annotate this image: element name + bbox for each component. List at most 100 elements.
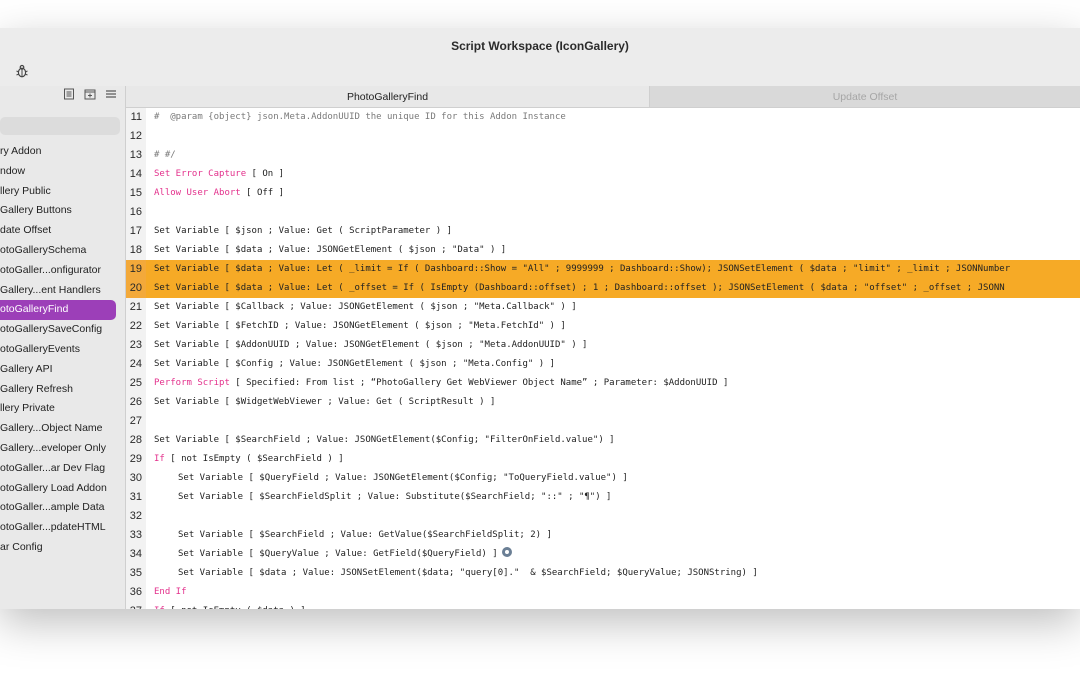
script-step-text [146, 203, 1080, 222]
script-step-text: Set Variable [ $AddonUUID ; Value: JSONG… [146, 336, 1080, 355]
script-step-line[interactable]: 23 Set Variable [ $AddonUUID ; Value: JSO… [126, 336, 1080, 355]
script-step-text [146, 412, 1080, 431]
script-step-body: Set Variable [ $data ; Value: Let ( _off… [154, 283, 1005, 293]
list-icon[interactable] [105, 88, 117, 100]
line-number: 11 [126, 108, 146, 127]
line-number: 20 [126, 279, 146, 298]
line-number: 26 [126, 393, 146, 412]
script-step-line[interactable]: 16 [126, 203, 1080, 222]
line-number: 12 [126, 127, 146, 146]
script-list-item[interactable]: otoGaller...ar Dev Flag [0, 459, 126, 479]
title-bar: Script Workspace (IconGallery) [0, 28, 1080, 86]
script-step-body: Set Variable [ $data ; Value: JSONSetEle… [178, 568, 758, 578]
script-editor: PhotoGalleryFind Update Offset 11 # @para… [126, 86, 1080, 609]
script-step-body: Set Variable [ $WidgetWebViewer ; Value:… [154, 397, 496, 407]
script-list-item-selected[interactable]: otoGalleryFind [0, 300, 116, 321]
new-folder-icon[interactable] [84, 88, 96, 100]
script-list-item[interactable]: otoGallerySchema [0, 241, 126, 261]
script-step-line[interactable]: 36 End If [126, 583, 1080, 602]
script-step-line[interactable]: 18 Set Variable [ $data ; Value: JSONGetE… [126, 241, 1080, 260]
script-step-text: If [ not IsEmpty ( $SearchField ) ] [146, 450, 1080, 469]
script-list-item[interactable]: Gallery API [0, 360, 126, 380]
script-list-item[interactable]: llery Public [0, 182, 126, 202]
script-step-keyword: If [154, 606, 165, 609]
script-search-field[interactable] [0, 117, 120, 135]
script-step-line[interactable]: 31 Set Variable [ $SearchFieldSplit ; Val… [126, 488, 1080, 507]
line-number: 30 [126, 469, 146, 488]
script-step-text: Set Error Capture [ On ] [146, 165, 1080, 184]
script-list-item[interactable]: Gallery...ent Handlers [0, 281, 126, 301]
script-step-text: Set Variable [ $Config ; Value: JSONGetE… [146, 355, 1080, 374]
line-number: 13 [126, 146, 146, 165]
script-list-item[interactable]: otoGalleryEvents [0, 340, 126, 360]
script-step-text: Allow User Abort [ Off ] [146, 184, 1080, 203]
script-step-text: Set Variable [ $SearchField ; Value: Get… [146, 526, 1080, 545]
script-step-body: Set Variable [ $QueryValue ; Value: GetF… [178, 549, 498, 559]
script-step-line[interactable]: 26 Set Variable [ $WidgetWebViewer ; Valu… [126, 393, 1080, 412]
script-step-body: [ Specified: From list ; “PhotoGallery G… [229, 378, 729, 388]
script-list-item[interactable]: ndow [0, 162, 126, 182]
script-list-item[interactable]: Gallery Buttons [0, 201, 126, 221]
script-step-body: Set Variable [ $json ; Value: Get ( Scri… [154, 226, 453, 236]
script-step-text: Set Variable [ $SearchField ; Value: JSO… [146, 431, 1080, 450]
script-step-text: End If [146, 583, 1080, 602]
script-step-line[interactable]: 13 # #/ [126, 146, 1080, 165]
script-list-item[interactable]: otoGaller...ample Data [0, 498, 126, 518]
script-list-item[interactable]: otoGallery Load Addon [0, 479, 126, 499]
script-list-item[interactable]: ry Addon [0, 142, 126, 162]
script-list-item[interactable]: otoGallerySaveConfig [0, 320, 126, 340]
script-step-line[interactable]: 33 Set Variable [ $SearchField ; Value: G… [126, 526, 1080, 545]
script-list-item[interactable]: llery Private [0, 399, 126, 419]
line-number: 21 [126, 298, 146, 317]
script-list-item[interactable]: date Offset [0, 221, 126, 241]
line-number: 15 [126, 184, 146, 203]
gear-icon[interactable] [501, 546, 513, 558]
script-list-item[interactable]: otoGaller...onfigurator [0, 261, 126, 281]
script-step-line[interactable]: 37If [ not IsEmpty ( $data ) ] [126, 602, 1080, 609]
script-step-line[interactable]: 27 [126, 412, 1080, 431]
script-step-text: If [ not IsEmpty ( $data ) ] [146, 602, 1080, 609]
script-step-keyword: Set Error Capture [154, 169, 247, 179]
script-step-text: Set Variable [ $WidgetWebViewer ; Value:… [146, 393, 1080, 412]
script-step-line[interactable]: 14 Set Error Capture [ On ] [126, 165, 1080, 184]
script-step-text [146, 507, 1080, 526]
script-step-line[interactable]: 35 Set Variable [ $data ; Value: JSONSetE… [126, 564, 1080, 583]
script-step-line[interactable]: 34 Set Variable [ $QueryValue ; Value: Ge… [126, 545, 1080, 564]
script-step-line[interactable]: 25 Perform Script [ Specified: From list … [126, 374, 1080, 393]
script-step-line[interactable]: 11 # @param {object} json.Meta.AddonUUID … [126, 108, 1080, 127]
script-step-keyword: Allow User Abort [154, 188, 241, 198]
script-step-line[interactable]: 30 Set Variable [ $QueryField ; Value: JS… [126, 469, 1080, 488]
script-step-body: Set Variable [ $SearchField ; Value: JSO… [154, 435, 615, 445]
line-number: 22 [126, 317, 146, 336]
script-step-line[interactable]: 19 Set Variable [ $data ; Value: Let ( _l… [126, 260, 1080, 279]
script-list-item[interactable]: Gallery Refresh [0, 380, 126, 400]
script-step-line[interactable]: 12 [126, 127, 1080, 146]
script-list-item[interactable]: ar Config [0, 538, 126, 558]
script-step-line[interactable]: 15 Allow User Abort [ Off ] [126, 184, 1080, 203]
script-step-body: Set Variable [ $SearchFieldSplit ; Value… [178, 492, 612, 502]
script-step-line[interactable]: 17 Set Variable [ $json ; Value: Get ( Sc… [126, 222, 1080, 241]
tab-photogalleryfind[interactable]: PhotoGalleryFind [126, 86, 650, 108]
script-step-line[interactable]: 24 Set Variable [ $Config ; Value: JSONGe… [126, 355, 1080, 374]
line-number: 23 [126, 336, 146, 355]
script-list-item[interactable]: Gallery...eveloper Only [0, 439, 126, 459]
script-step-line[interactable]: 22 Set Variable [ $FetchID ; Value: JSONG… [126, 317, 1080, 336]
script-step-line[interactable]: 28 Set Variable [ $SearchField ; Value: J… [126, 431, 1080, 450]
script-step-line[interactable]: 21 Set Variable [ $Callback ; Value: JSON… [126, 298, 1080, 317]
line-number: 16 [126, 203, 146, 222]
script-step-text: Set Variable [ $data ; Value: JSONSetEle… [146, 564, 1080, 583]
script-list-item[interactable]: otoGaller...pdateHTML [0, 518, 126, 538]
script-step-body: Set Variable [ $FetchID ; Value: JSONGet… [154, 321, 566, 331]
debug-icon[interactable] [14, 63, 30, 79]
script-step-text: Set Variable [ $data ; Value: Let ( _off… [146, 279, 1080, 298]
line-number: 37 [126, 602, 146, 609]
script-step-line[interactable]: 20 Set Variable [ $data ; Value: Let ( _o… [126, 279, 1080, 298]
script-step-line[interactable]: 32 [126, 507, 1080, 526]
script-list-item[interactable]: Gallery...Object Name [0, 419, 126, 439]
tab-update-offset[interactable]: Update Offset [650, 86, 1080, 108]
script-icon[interactable] [63, 88, 75, 100]
line-number: 32 [126, 507, 146, 526]
script-step-body: Set Variable [ $Callback ; Value: JSONGe… [154, 302, 577, 312]
script-step-keyword: Perform Script [154, 378, 230, 388]
script-step-line[interactable]: 29 If [ not IsEmpty ( $SearchField ) ] [126, 450, 1080, 469]
